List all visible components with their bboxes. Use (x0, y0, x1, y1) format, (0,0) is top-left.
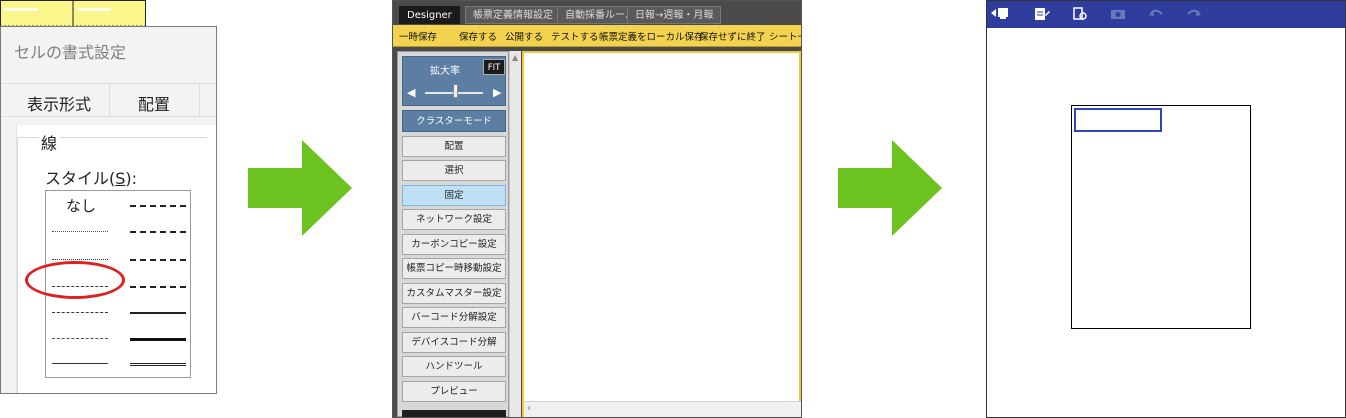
line-style-thick[interactable] (130, 338, 186, 341)
cell-placeholder-mark (77, 8, 111, 11)
dialog-title: セルの書式設定 (14, 43, 127, 62)
publish-button[interactable]: 公開する (505, 29, 543, 43)
local-save-button[interactable]: 帳票定義をローカル保存 (599, 29, 704, 43)
document-search-icon[interactable] (1071, 6, 1089, 22)
cell-placeholder-mark (4, 8, 38, 11)
style-label: スタイル(S): (45, 165, 137, 189)
zoom-panel: 拡大率 FIT ◀ ▶ (402, 56, 506, 106)
canvas-horizontal-scrollbar[interactable]: ‹ (524, 401, 801, 417)
line-style-medium-dash-dot-dot[interactable] (130, 205, 186, 207)
test-button[interactable]: テストする (551, 29, 599, 43)
line-style-slant-dash-dot[interactable] (130, 231, 186, 233)
tab-number-format[interactable]: 表示形式 (27, 91, 91, 115)
camera-icon[interactable] (1109, 6, 1127, 22)
right-arrow-icon (248, 140, 352, 236)
line-style-medium-dashed[interactable] (130, 286, 186, 288)
line-style-double[interactable] (130, 363, 186, 366)
preview-button[interactable]: プレビュー (402, 381, 506, 402)
tab-designer[interactable]: Designer (399, 6, 460, 24)
line-style-medium-dash-dot[interactable] (130, 259, 186, 261)
designer-toolbar: 一時保存 保存する 公開する テストする 帳票定義をローカル保存 保存せずに終了… (393, 25, 801, 47)
form-viewer-window (986, 0, 1346, 418)
tab-report-conversion[interactable]: 日報→週報・月報 (627, 6, 722, 24)
scroll-left-icon[interactable]: ‹ (527, 403, 531, 414)
line-style-medium[interactable] (130, 312, 186, 314)
line-style-dotted[interactable] (52, 259, 108, 260)
zoom-out-arrow-icon[interactable]: ◀ (407, 86, 415, 99)
line-style-none[interactable]: なし (66, 195, 96, 216)
zoom-slider-thumb[interactable] (453, 84, 458, 98)
design-canvas[interactable] (522, 51, 801, 417)
tab-form-definition[interactable]: 帳票定義情報設定 (465, 6, 561, 24)
zoom-label: 拡大率 (430, 66, 460, 77)
save-button[interactable]: 保存する (459, 29, 497, 43)
style-label-prefix: スタイル( (45, 169, 116, 188)
place-button[interactable]: 配置 (402, 136, 506, 157)
line-style-thin[interactable] (52, 363, 108, 364)
selected-cell[interactable] (1074, 108, 1162, 132)
sidebar-footer (402, 410, 506, 417)
tab-alignment[interactable]: 配置 (138, 91, 170, 115)
line-style-dashed[interactable] (52, 338, 108, 339)
designer-tabbar: Designer 帳票定義情報設定 自動採番ルール 日報→週報・月報 (393, 1, 801, 25)
cluster-mode-button[interactable]: クラスターモード (402, 110, 506, 132)
copy-move-settings-button[interactable]: 帳票コピー時移動設定 (402, 258, 506, 279)
line-group-label: 線 (39, 130, 60, 154)
fit-button[interactable]: FIT (483, 59, 505, 75)
style-label-accesskey: S (115, 169, 126, 188)
network-settings-button[interactable]: ネットワーク設定 (402, 209, 506, 230)
form-page[interactable] (1071, 105, 1251, 329)
right-arrow-icon (838, 140, 942, 236)
form-edit-icon[interactable] (1033, 6, 1051, 22)
temp-save-button[interactable]: 一時保存 (399, 29, 437, 43)
cell-format-dialog: セルの書式設定 表示形式 配置 線 スタイル(S): なし (0, 26, 217, 394)
tab-divider (109, 84, 110, 117)
exit-icon[interactable] (991, 6, 1009, 22)
line-style-hair[interactable] (52, 231, 108, 232)
select-button[interactable]: 選択 (402, 160, 506, 181)
style-label-suffix: ): (125, 169, 138, 188)
viewer-toolbar (987, 1, 1345, 28)
line-style-dash-dot[interactable] (52, 312, 108, 313)
sheet-list-button[interactable]: シート一覧 (769, 29, 801, 43)
exit-without-saving-button[interactable]: 保存せずに終了 (699, 29, 766, 43)
barcode-split-settings-button[interactable]: バーコード分解設定 (402, 307, 506, 328)
redo-icon[interactable] (1185, 6, 1203, 22)
undo-icon[interactable] (1147, 6, 1165, 22)
zoom-in-arrow-icon[interactable]: ▶ (493, 86, 501, 99)
fixed-button[interactable]: 固定 (402, 185, 506, 206)
highlight-circle (25, 261, 125, 299)
dialog-tabs: 表示形式 配置 (1, 83, 216, 117)
designer-sidebar: 拡大率 FIT ◀ ▶ クラスターモード 配置 選択 固定 ネットワーク設定 カ… (397, 51, 509, 417)
scroll-up-icon[interactable]: ▲ (512, 53, 518, 62)
hand-tool-button[interactable]: ハンドツール (402, 356, 506, 377)
form-designer-window: Designer 帳票定義情報設定 自動採番ルール 日報→週報・月報 一時保存 … (392, 0, 802, 418)
device-code-split-button[interactable]: デバイスコード分解 (402, 332, 506, 353)
carbon-copy-settings-button[interactable]: カーボンコピー設定 (402, 234, 506, 255)
sidebar-scrollbar[interactable]: ▲ (509, 51, 521, 417)
custom-master-settings-button[interactable]: カスタムマスター設定 (402, 283, 506, 304)
tab-divider (199, 84, 200, 117)
